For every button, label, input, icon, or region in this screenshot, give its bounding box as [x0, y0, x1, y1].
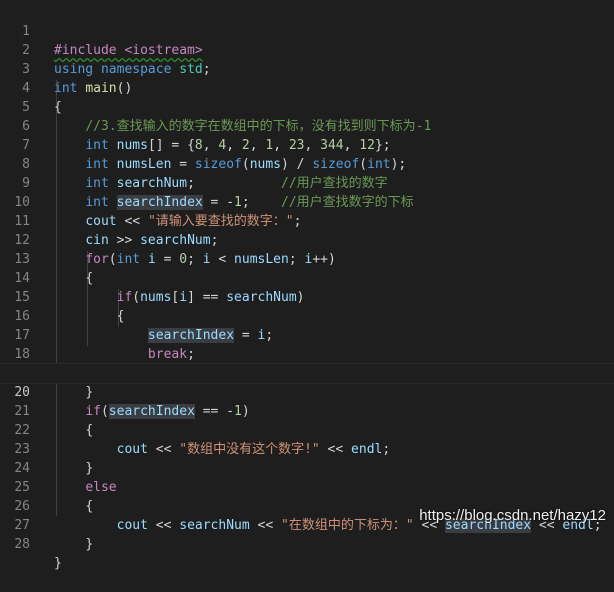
code-line[interactable]: 14 if(nums[i] == searchNum)	[0, 250, 614, 305]
code-line[interactable]: 8 int searchNum; //用户查找的数字	[0, 136, 614, 191]
code-line[interactable]: 11 cin >> searchNum;	[0, 193, 614, 248]
line-content: }	[54, 556, 62, 571]
code-line[interactable]: 16 searchIndex = i;	[0, 288, 614, 343]
code-line[interactable]: 23 }	[0, 421, 614, 476]
code-line[interactable]: 24 else	[0, 440, 614, 495]
code-line[interactable]: 13 {	[0, 231, 614, 286]
code-line[interactable]: 15 {	[0, 269, 614, 324]
code-line[interactable]: 12 for(int i = 0; i < numsLen; i++)	[0, 212, 614, 267]
code-line[interactable]: 1 #include <iostream>	[0, 3, 614, 58]
code-line[interactable]: 6 int nums[] = {8, 4, 2, 1, 23, 344, 12}…	[0, 98, 614, 153]
code-line[interactable]: 5 //3.查找输入的数字在数组中的下标，没有找到则下标为-1	[0, 79, 614, 134]
code-line[interactable]: 4 {	[0, 60, 614, 115]
code-line[interactable]: 17 break;	[0, 307, 614, 362]
line-content: }	[85, 537, 94, 552]
code-line[interactable]: 26 cout << searchNum << "在数组中的下标为：" << s…	[0, 478, 614, 533]
code-line[interactable]: 21 {	[0, 383, 614, 438]
line-number: 28	[14, 537, 30, 552]
code-line[interactable]: 2 using namespace std;	[0, 22, 614, 77]
code-line[interactable]: 3 int main()	[0, 41, 614, 96]
code-line[interactable]: 19 }	[0, 345, 614, 400]
code-editor[interactable]: 1 #include <iostream> 2 using namespace …	[0, 0, 614, 571]
code-line[interactable]: 22 cout << "数组中没有这个数字!" << endl;	[0, 402, 614, 457]
code-line[interactable]: 9 int searchIndex = -1; //用户查找数字的下标	[0, 155, 614, 210]
code-line[interactable]: 25 {	[0, 459, 614, 514]
code-line[interactable]: 10 cout << "请输入要查找的数字：";	[0, 174, 614, 229]
code-line-current[interactable]: 20 if(searchIndex == -1)	[0, 363, 614, 419]
watermark-text: https://blog.csdn.net/hazy12	[419, 507, 606, 524]
code-line[interactable]: 7 int numsLen = sizeof(nums) / sizeof(in…	[0, 117, 614, 172]
code-line[interactable]: 18 }	[0, 326, 614, 381]
